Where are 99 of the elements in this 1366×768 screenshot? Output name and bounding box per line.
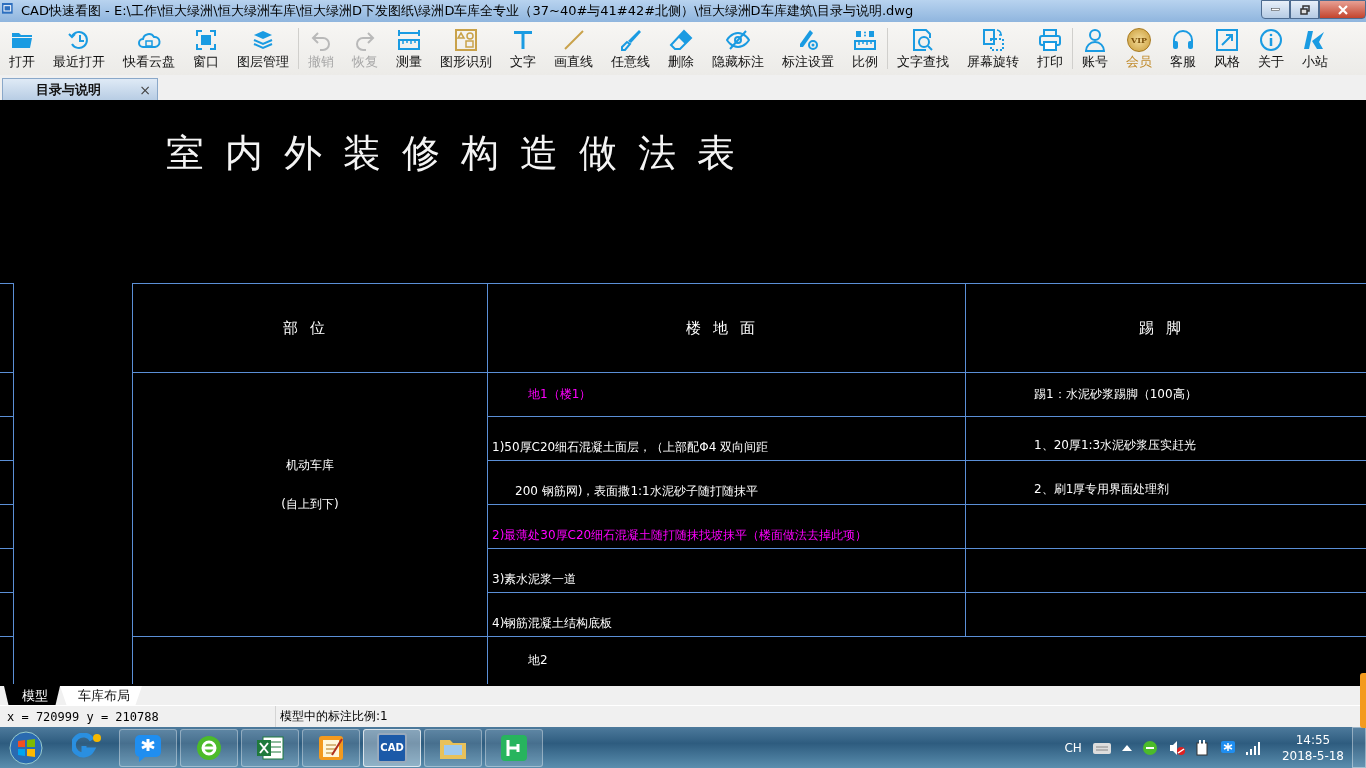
cad-logo: CAD (377, 732, 407, 763)
taskbar-button[interactable] (119, 728, 177, 767)
minimize-button[interactable] (1261, 0, 1290, 19)
rotate-screen-icon (981, 28, 1005, 52)
grid-line (0, 592, 14, 636)
grid-line (0, 460, 14, 504)
cell-text: (自上到下) (281, 495, 339, 513)
column-header: 楼地面 (487, 283, 965, 372)
app-launcher-icon (499, 732, 529, 763)
star-chat-icon (1219, 739, 1236, 756)
speaker-muted-icon (1167, 739, 1186, 756)
layers-icon (251, 28, 275, 52)
drawing-title: 室内外装修构造做法表 (166, 130, 757, 177)
table-cell: 地1（楼1） (487, 372, 965, 416)
language-indicator[interactable]: CH (1064, 740, 1082, 755)
table-cell: 1)50厚C20细石混凝土面层，（上部配Φ4 双向间距 (487, 416, 965, 460)
table-cell: 4)钢筋混凝土结构底板 (487, 592, 965, 636)
toolbar-button[interactable]: 关于 (1249, 22, 1293, 75)
scrollbar-thumb[interactable] (1360, 673, 1366, 728)
power-plug-icon (1195, 739, 1210, 756)
toolbar-button[interactable]: 隐藏标注 (703, 22, 773, 75)
table-cell: 踢1：水泥砂浆踢脚（100高） (965, 372, 1366, 416)
grid-line (0, 416, 14, 460)
toolbar-button[interactable]: 账号 (1073, 22, 1117, 75)
taskbar-button[interactable]: CAD (363, 728, 421, 767)
toolbar-button[interactable]: 文字查找 (888, 22, 958, 75)
up-arrow-icon (1121, 744, 1132, 751)
taskbar-button[interactable] (180, 728, 238, 767)
taskbar-button[interactable] (302, 728, 360, 767)
column-header: 踢脚 (965, 283, 1366, 372)
table-cell: 1、20厚1:3水泥砂浆压实赶光 (965, 416, 1366, 460)
user-icon (1083, 28, 1107, 52)
window-title: CAD快速看图 - E:\工作\恒大绿洲\恒大绿洲车库\恒大绿洲D下发图纸\绿洲D车库全专业（37~40#与41#42#北侧）\恒大绿洲D车库建筑\目录与说明.dwg (20, 2, 915, 20)
toolbar-button[interactable]: 最近打开 (44, 22, 114, 75)
column-header: 部位 (132, 283, 487, 372)
printer-icon (1038, 28, 1062, 52)
taskbar-button[interactable] (241, 728, 299, 767)
toolbar-button[interactable]: 测量 (387, 22, 431, 75)
vip-badge: VIP (1127, 28, 1151, 52)
toolbar-button[interactable]: 客服 (1161, 22, 1205, 75)
show-desktop-button[interactable] (1352, 727, 1366, 768)
clock-time: 14:55 (1295, 732, 1331, 747)
toolbar-button[interactable]: 任意线 (602, 22, 659, 75)
expand-icon (1215, 28, 1239, 52)
ruler-icon (397, 28, 421, 52)
close-icon (1336, 4, 1349, 15)
table-cell: 2、刷1厚专用界面处理剂 (965, 460, 1366, 504)
grid-line (0, 636, 14, 684)
toolbar-button[interactable]: 比例 (843, 22, 887, 75)
toolbar-button[interactable]: 快看云盘 (114, 22, 184, 75)
eraser-icon (669, 28, 693, 52)
browser-icon (1141, 739, 1158, 756)
toolbar-button[interactable]: 图层管理 (228, 22, 298, 75)
close-button[interactable] (1319, 0, 1366, 19)
tab-close-button[interactable]: × (133, 81, 157, 98)
headset-icon (1171, 28, 1195, 52)
clock-date: 2018-5-18 (1281, 748, 1344, 763)
toolbar-button[interactable]: 文字 (501, 22, 545, 75)
scale-icon (853, 28, 877, 52)
restore-icon (1299, 4, 1310, 15)
eye-slash-icon (726, 28, 750, 52)
star-chat-icon (133, 732, 163, 763)
toolbar-button[interactable]: 屏幕旋转 (958, 22, 1028, 75)
document-tab[interactable]: 目录与说明 × (2, 78, 158, 100)
toolbar-button[interactable]: 画直线 (545, 22, 602, 75)
shapes-icon (454, 28, 478, 52)
logo-icon (1303, 28, 1327, 52)
toolbar-button[interactable]: VIP 会员 (1117, 22, 1161, 75)
toolbar-button[interactable]: 删除 (659, 22, 703, 75)
windows-logo-icon (9, 730, 43, 765)
grid-line (0, 504, 14, 548)
minimize-icon (1271, 8, 1280, 11)
table-cell: 3)素水泥浆一道 (487, 548, 965, 592)
brush-icon (618, 28, 643, 52)
grid-line (0, 548, 14, 592)
text-search-icon (911, 28, 935, 52)
clock-icon (67, 28, 91, 52)
text-icon (511, 28, 535, 52)
signal-icon (1245, 740, 1262, 755)
layout-tab[interactable]: 车库布局 (60, 686, 142, 705)
coordinates-text: x = 720999 y = 210788 (6, 709, 160, 724)
table-cell: 地2 (487, 636, 1366, 684)
table-cell: 200 钢筋网)，表面撒1:1水泥砂子随打随抹平 (487, 460, 965, 504)
taskbar-button[interactable] (424, 728, 482, 767)
keyboard-icon (1091, 740, 1112, 755)
taskbar-button[interactable] (485, 728, 543, 767)
toolbar-button[interactable]: 小站 (1293, 22, 1337, 75)
toolbar-button[interactable]: 打印 (1028, 22, 1072, 75)
info-icon (1259, 28, 1283, 52)
toolbar-button[interactable]: 风格 (1205, 22, 1249, 75)
toolbar-button[interactable]: 窗口 (184, 22, 228, 75)
frame-icon (194, 28, 218, 52)
layout-tab[interactable]: 模型 (4, 686, 60, 705)
cell-text: 机动车库 (286, 456, 334, 474)
restore-button[interactable] (1290, 0, 1319, 19)
table-cell: 2)最薄处30厚C20细石混凝土随打随抹找坡抹平（楼面做法去掉此项） (487, 504, 965, 548)
toolbar-button[interactable]: 打开 (0, 22, 44, 75)
toolbar-button[interactable]: 图形识别 (431, 22, 501, 75)
toolbar-button[interactable]: 标注设置 (773, 22, 843, 75)
